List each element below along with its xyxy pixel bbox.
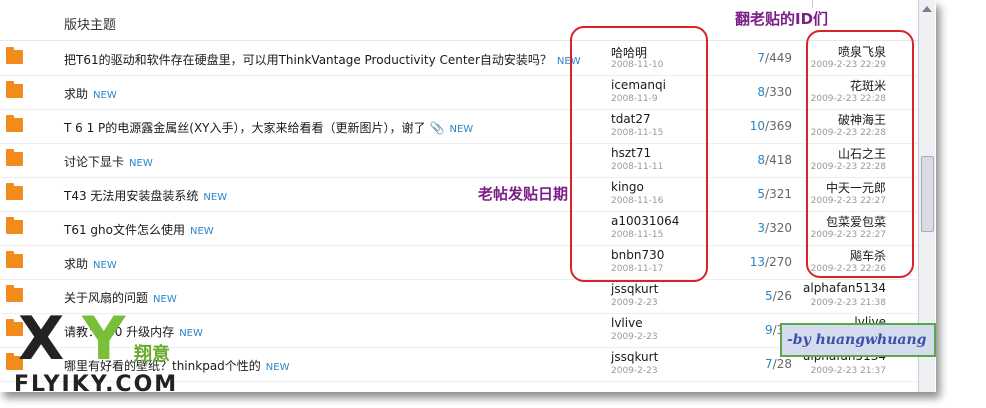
table-row[interactable]: 求助 NEW bnbn730 2008-11-17 13/270 飚车杀 2009-2-23…	[0, 245, 918, 280]
old-post-dates-annotation: 老帖发贴日期	[478, 185, 569, 203]
thread-title[interactable]: T 6 1 P的电源露金属丝(XY入手），大家来给看看（更新图片），谢了	[64, 121, 426, 135]
new-badge: NEW	[93, 260, 117, 271]
view-count: 270	[769, 255, 792, 269]
last-poster-annotation-box	[806, 30, 914, 278]
logo-chinese-text: 翔意	[134, 344, 170, 365]
reply-view-counts: 5/26	[700, 289, 792, 303]
scroll-up-icon[interactable]	[922, 6, 932, 12]
new-badge: NEW	[265, 362, 290, 373]
thread-title[interactable]: 求助	[64, 87, 88, 101]
last-poster-link[interactable]: alphafan5134	[790, 281, 886, 295]
reply-view-counts: 3/320	[700, 221, 792, 235]
view-count: 369	[769, 119, 792, 133]
thread-title[interactable]: 把T61的驱动和软件存在硬盘里，可以用ThinkVantage Producti…	[64, 53, 552, 67]
logo-letter-x: X	[18, 304, 64, 374]
post-date: 2009-2-23	[611, 332, 658, 342]
thread-title-link[interactable]: 求助 NEW	[64, 85, 117, 102]
author-credit-text: -by huangwhuang	[787, 332, 927, 348]
reply-count: 13	[749, 255, 766, 269]
folder-icon	[6, 251, 23, 268]
author-link[interactable]: lvlive	[611, 316, 643, 330]
post-date: 2009-2-23	[611, 298, 658, 308]
view-count: 320	[769, 221, 792, 235]
thread-title[interactable]: T43 无法用安装盘装系统	[64, 189, 198, 203]
thread-title-link[interactable]: 求助 NEW	[64, 255, 117, 272]
attachment-icon: 📎	[429, 121, 445, 135]
last-post-date: 2009-2-23 21:38	[810, 298, 886, 308]
table-row[interactable]: T43 无法用安装盘装系统 NEW kingo 2008-11-16 5/321 中天一元…	[0, 177, 918, 212]
thread-title-link[interactable]: 把T61的驱动和软件存在硬盘里，可以用ThinkVantage Producti…	[64, 51, 581, 68]
flyiky-logo: X Y 翔意 FLYIKY.COM	[14, 304, 204, 404]
reply-count: 3	[757, 221, 766, 235]
author-date-annotation-box	[570, 26, 708, 282]
thread-title[interactable]: 关于风扇的问题	[64, 291, 148, 305]
folder-icon	[6, 285, 23, 302]
thread-title-link[interactable]: T61 gho文件怎么使用 NEW	[64, 221, 214, 238]
folder-icon	[6, 217, 23, 234]
folder-icon	[6, 115, 23, 132]
view-count: 321	[769, 187, 792, 201]
scroll-thumb[interactable]	[921, 156, 934, 232]
folder-icon	[6, 183, 23, 200]
reply-count: 5	[765, 289, 773, 303]
new-badge: NEW	[189, 226, 214, 237]
table-row[interactable]: 把T61的驱动和软件存在硬盘里，可以用ThinkVantage Producti…	[0, 41, 918, 76]
new-badge: NEW	[203, 192, 228, 203]
view-count: 418	[769, 153, 792, 167]
table-row[interactable]: T61 gho文件怎么使用 NEW a10031064 2008-11-15 3/320…	[0, 211, 918, 246]
logo-site-name: FLYIKY.COM	[14, 372, 179, 397]
reply-view-counts: 7/28	[700, 357, 792, 371]
reply-view-counts: 10/369	[700, 119, 792, 133]
author-credit-badge: -by huangwhuang	[780, 323, 936, 357]
folder-icon	[6, 149, 23, 166]
table-row[interactable]: 讨论下显卡 NEW hszt71 2008-11-11 8/418 山石之王 2009-2-…	[0, 143, 918, 178]
table-row[interactable]: 求助 NEW icemanqi 2008-11-9 8/330 花斑米 2009-2-23 …	[0, 75, 918, 110]
thread-title[interactable]: T61 gho文件怎么使用	[64, 223, 185, 237]
thread-title-link[interactable]: T43 无法用安装盘装系统 NEW	[64, 187, 227, 204]
last-post-date: 2009-2-23 21:37	[810, 366, 886, 376]
reply-view-counts: 8/330	[700, 85, 792, 99]
new-badge: NEW	[93, 90, 117, 101]
column-divider	[812, 0, 813, 8]
folder-icon	[6, 47, 23, 64]
reply-count: 5	[757, 187, 766, 201]
reply-count: 7	[765, 357, 773, 371]
thread-title-link[interactable]: T 6 1 P的电源露金属丝(XY入手），大家来给看看（更新图片），谢了 📎 NEW	[64, 119, 473, 136]
section-title: 版块主题	[64, 18, 117, 33]
reply-count: 8	[757, 85, 766, 99]
reply-view-counts: 5/321	[700, 187, 792, 201]
reply-view-counts: 7/449	[700, 51, 792, 65]
author-link[interactable]: jssqkurt	[611, 282, 658, 296]
author-link[interactable]: jssqkurt	[611, 350, 658, 364]
reply-count: 8	[757, 153, 766, 167]
new-badge: NEW	[129, 158, 153, 169]
table-row[interactable]: T 6 1 P的电源露金属丝(XY入手），大家来给看看（更新图片），谢了 📎 NEW…	[0, 109, 918, 144]
reply-view-counts: 9/31	[700, 323, 792, 337]
reply-count: 9	[765, 323, 773, 337]
reply-count: 7	[757, 51, 766, 65]
new-badge: NEW	[449, 124, 474, 135]
reply-view-counts: 13/270	[700, 255, 792, 269]
folder-icon	[6, 81, 23, 98]
reply-view-counts: 8/418	[700, 153, 792, 167]
thread-title[interactable]: 讨论下显卡	[64, 155, 124, 169]
old-post-ids-annotation: 翻老贴的ID们	[735, 10, 829, 28]
thread-title-link[interactable]: 讨论下显卡 NEW	[64, 153, 153, 170]
view-count: 330	[769, 85, 792, 99]
post-date: 2009-2-23	[611, 366, 658, 376]
thread-title[interactable]: 求助	[64, 257, 88, 271]
logo-letter-y: Y	[82, 304, 126, 374]
reply-count: 10	[749, 119, 766, 133]
view-count: 449	[769, 51, 792, 65]
